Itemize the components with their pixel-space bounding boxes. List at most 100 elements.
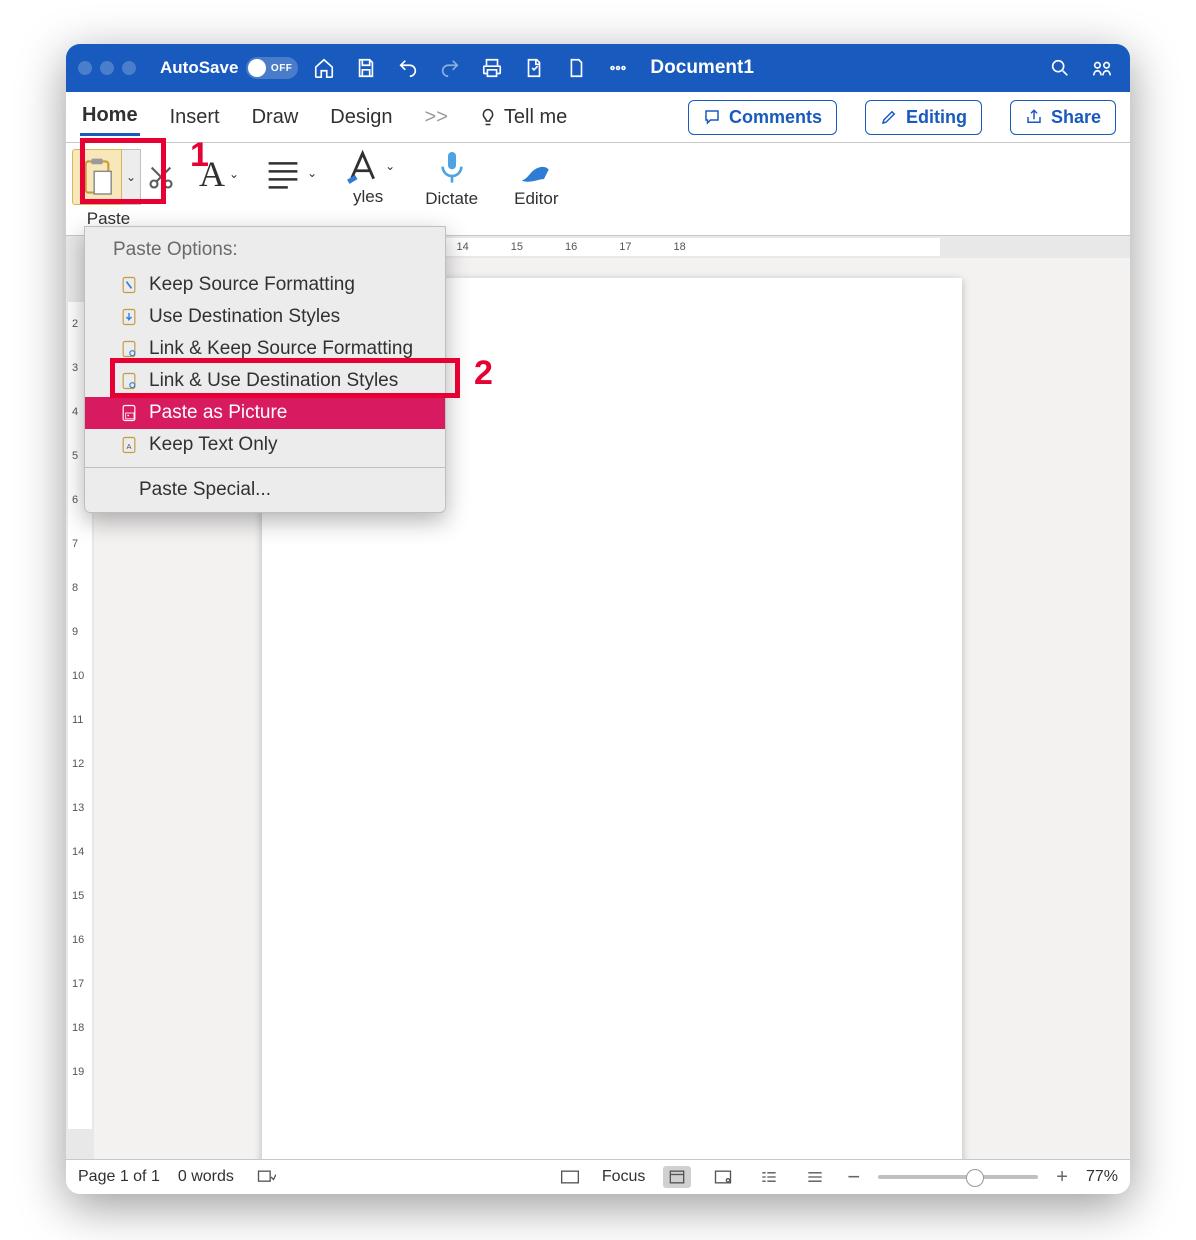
- share-label: Share: [1051, 107, 1101, 128]
- print-layout-icon[interactable]: [663, 1166, 691, 1188]
- focus-label[interactable]: Focus: [602, 1168, 646, 1186]
- zoom-in-button[interactable]: +: [1056, 1166, 1068, 1189]
- menu-item-label: Paste Special...: [139, 479, 271, 501]
- status-bar: Page 1 of 1 0 words Focus − + 77%: [66, 1159, 1130, 1194]
- editor-button[interactable]: Editor: [508, 147, 564, 211]
- comment-icon: [703, 108, 721, 126]
- web-layout-icon[interactable]: [709, 1166, 737, 1188]
- chevron-down-icon: ⌄: [385, 159, 395, 173]
- pencil-icon: [880, 108, 898, 126]
- ruler-tick: 18: [674, 241, 686, 253]
- toggle-knob: [248, 59, 266, 77]
- word-count[interactable]: 0 words: [178, 1168, 234, 1186]
- print-icon[interactable]: [476, 52, 508, 84]
- ruler-tick: 8: [72, 582, 84, 594]
- spellcheck-icon[interactable]: [252, 1166, 280, 1188]
- editor-label: Editor: [514, 189, 558, 209]
- paragraph-group[interactable]: ⌄: [263, 147, 317, 189]
- paste-options-header: Paste Options:: [85, 235, 445, 269]
- clipboard-brush-icon: [119, 274, 139, 296]
- redo-icon[interactable]: [434, 52, 466, 84]
- tab-overflow[interactable]: >>: [423, 100, 450, 135]
- paragraph-icon: [263, 157, 303, 189]
- new-doc-icon[interactable]: [560, 52, 592, 84]
- menu-item-label: Keep Text Only: [149, 434, 278, 456]
- svg-text:A: A: [126, 442, 131, 451]
- tab-home[interactable]: Home: [80, 98, 140, 136]
- close-icon[interactable]: [78, 61, 92, 75]
- template-icon[interactable]: [518, 52, 550, 84]
- menu-paste-special[interactable]: Paste Special...: [85, 474, 445, 506]
- ruler-tick: 14: [72, 846, 84, 858]
- editing-button[interactable]: Editing: [865, 100, 982, 135]
- page-indicator[interactable]: Page 1 of 1: [78, 1168, 160, 1186]
- autosave-label: AutoSave: [160, 58, 238, 78]
- styles-group[interactable]: ⌄ yles: [341, 147, 395, 207]
- draft-view-icon[interactable]: [801, 1166, 829, 1188]
- undo-icon[interactable]: [392, 52, 424, 84]
- ruler-tick: 14: [457, 241, 469, 253]
- menu-item-label: Keep Source Formatting: [149, 274, 355, 296]
- search-icon[interactable]: [1044, 52, 1076, 84]
- tab-insert[interactable]: Insert: [168, 100, 222, 135]
- ruler-tick: 19: [72, 1066, 84, 1078]
- ruler-tick: 17: [72, 978, 84, 990]
- chevron-down-icon: ⌄: [307, 166, 317, 180]
- share-button[interactable]: Share: [1010, 100, 1116, 135]
- clipboard-link-icon: [119, 338, 139, 360]
- annotation-label-2: 2: [474, 354, 493, 393]
- microphone-icon: [436, 149, 468, 187]
- tab-design[interactable]: Design: [328, 100, 394, 135]
- clipboard-arrow-icon: [119, 306, 139, 328]
- ruler-tick: 18: [72, 1022, 84, 1034]
- toggle-switch[interactable]: OFF: [246, 57, 298, 79]
- menu-paste-as-picture[interactable]: Paste as Picture: [85, 397, 445, 429]
- home-icon[interactable]: [308, 52, 340, 84]
- menu-item-label: Link & Keep Source Formatting: [149, 338, 413, 360]
- dictate-button[interactable]: Dictate: [419, 147, 484, 211]
- editing-label: Editing: [906, 107, 967, 128]
- ruler-tick: 7: [72, 538, 84, 550]
- zoom-thumb[interactable]: [966, 1169, 984, 1187]
- annotation-label-1: 1: [190, 136, 209, 175]
- ruler-tick: 10: [72, 670, 84, 682]
- tell-me-search[interactable]: Tell me: [478, 106, 567, 129]
- tab-draw[interactable]: Draw: [250, 100, 301, 135]
- clipboard-picture-icon: [119, 402, 139, 424]
- minimize-icon[interactable]: [100, 61, 114, 75]
- menu-use-destination-styles[interactable]: Use Destination Styles: [85, 301, 445, 333]
- comments-label: Comments: [729, 107, 822, 128]
- ruler-tick: 11: [72, 714, 84, 726]
- ruler-tick: 9: [72, 626, 84, 638]
- menu-separator: [85, 467, 445, 468]
- outline-view-icon[interactable]: [755, 1166, 783, 1188]
- chevron-down-icon: ⌄: [229, 167, 239, 181]
- comments-button[interactable]: Comments: [688, 100, 837, 135]
- autosave-toggle[interactable]: AutoSave OFF: [160, 57, 298, 79]
- zoom-level[interactable]: 77%: [1086, 1168, 1118, 1186]
- more-icon[interactable]: [602, 52, 634, 84]
- toggle-state: OFF: [271, 63, 293, 74]
- annotation-box-1: [80, 138, 166, 204]
- fullscreen-icon[interactable]: [122, 61, 136, 75]
- editor-icon: [516, 149, 556, 187]
- menu-keep-text-only[interactable]: A Keep Text Only: [85, 429, 445, 461]
- lightbulb-icon: [478, 107, 498, 127]
- ruler-tick: 15: [72, 890, 84, 902]
- save-icon[interactable]: [350, 52, 382, 84]
- zoom-slider[interactable]: [878, 1175, 1038, 1179]
- ruler-tick: 5: [72, 450, 84, 462]
- styles-icon: [341, 147, 381, 185]
- ribbon-toolbar: ⌄ Paste A ⌄ ⌄ ⌄ yles: [66, 143, 1130, 236]
- focus-mode-icon[interactable]: [556, 1166, 584, 1188]
- ruler-tick: 16: [72, 934, 84, 946]
- menu-keep-source-formatting[interactable]: Keep Source Formatting: [85, 269, 445, 301]
- ruler-tick: 15: [511, 241, 523, 253]
- ribbon-tabs: Home Insert Draw Design >> Tell me Comme…: [66, 92, 1130, 143]
- ruler-tick: 3: [72, 362, 84, 374]
- tell-me-label: Tell me: [504, 106, 567, 129]
- share-ribbon-icon[interactable]: [1086, 52, 1118, 84]
- styles-label-partial: yles: [353, 187, 383, 207]
- window-controls[interactable]: [78, 61, 136, 75]
- zoom-out-button[interactable]: −: [847, 1164, 860, 1190]
